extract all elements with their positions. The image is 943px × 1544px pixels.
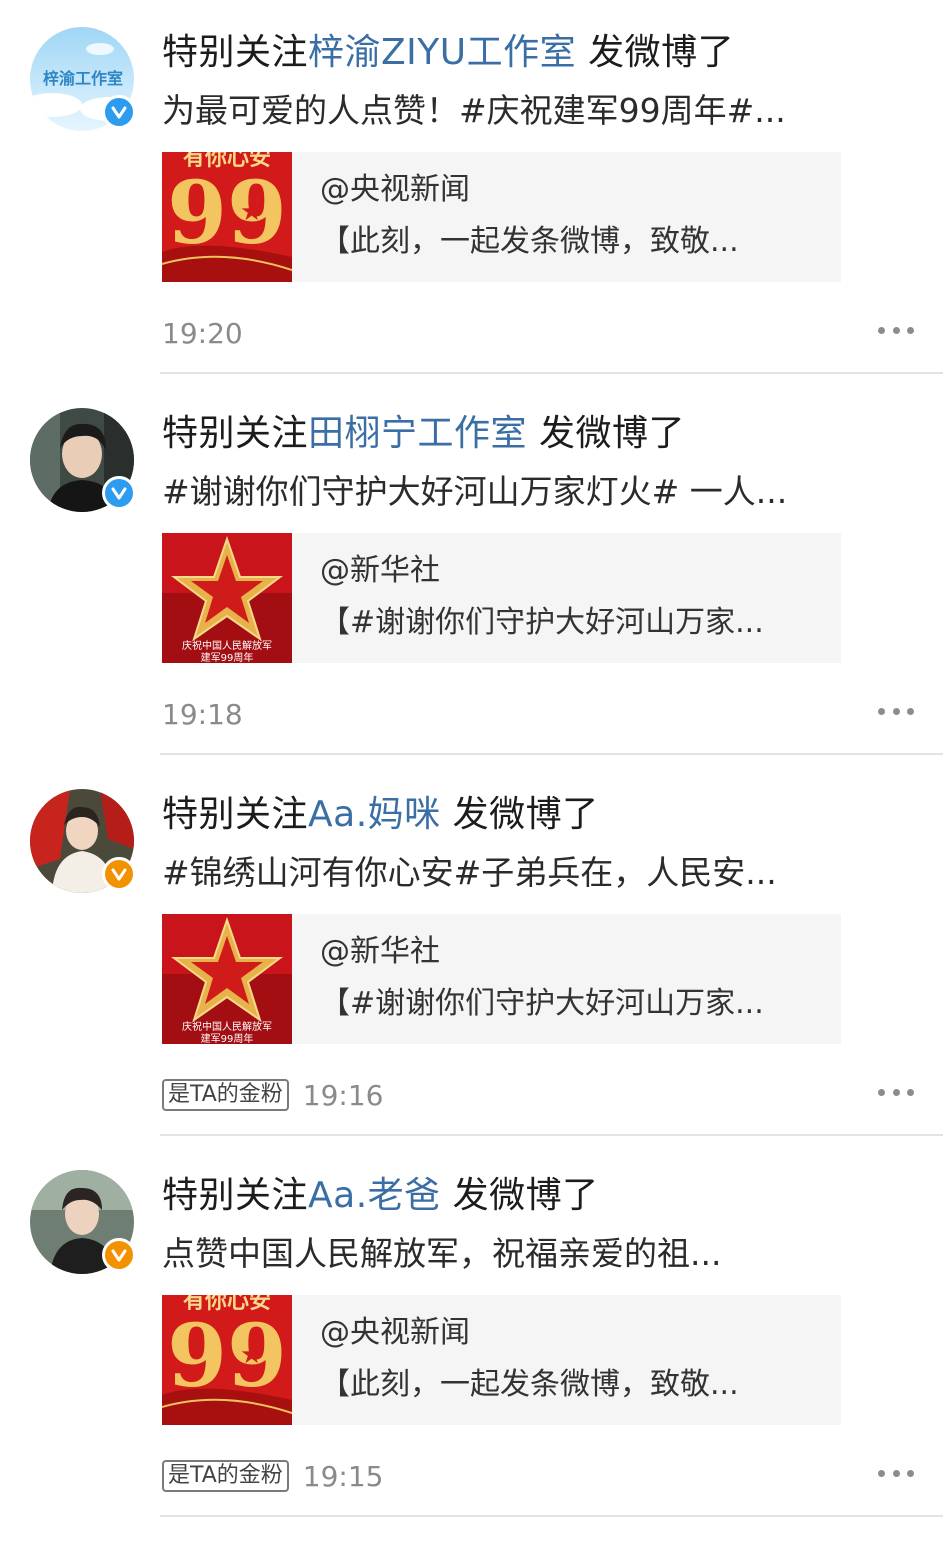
- notice-suffix: 发微博了: [440, 1175, 599, 1216]
- more-options-icon[interactable]: [878, 699, 914, 723]
- card-source: @央视新闻: [320, 1315, 470, 1350]
- account-link[interactable]: Aa.妈咪: [308, 794, 441, 835]
- thumb-caption-2: 建军99周年: [200, 1034, 254, 1044]
- notification-item[interactable]: 梓渝工作室 特别关注梓渝ZIYU工作室 发微博了 为最可爱的人点赞！#庆祝建军9…: [0, 0, 943, 381]
- timestamp: 19:16: [302, 1078, 384, 1112]
- account-link[interactable]: 梓渝ZIYU工作室: [308, 32, 576, 73]
- verified-badge-icon: [102, 857, 136, 891]
- post-excerpt[interactable]: #谢谢你们守护大好河山万家灯火# 一人...: [162, 470, 842, 514]
- notice-suffix: 发微博了: [527, 413, 685, 454]
- notice-suffix: 发微博了: [440, 794, 599, 835]
- more-options-icon[interactable]: [878, 1080, 914, 1104]
- repost-card[interactable]: 庆祝中国人民解放军 建军99周年 @新华社 【#谢谢你们守护大好河山万家...: [162, 533, 841, 663]
- post-excerpt[interactable]: 点赞中国人民解放军，祝福亲爱的祖...: [162, 1232, 842, 1276]
- meta-row: 是TA的金粉 19:15: [162, 1456, 383, 1496]
- divider: [160, 1515, 943, 1517]
- notice-prefix: 特别关注: [162, 794, 309, 835]
- cctv-99-thumbnail: 有你心安 99 ★: [162, 1295, 292, 1425]
- timestamp: 19:15: [302, 1459, 384, 1493]
- thumb-caption-2: 建军99周年: [200, 653, 254, 663]
- avatar[interactable]: [30, 408, 136, 512]
- more-options-icon[interactable]: [878, 318, 914, 342]
- star-icon: ★: [240, 1340, 264, 1370]
- xinhua-star-thumbnail: 庆祝中国人民解放军 建军99周年: [162, 533, 292, 663]
- card-text: 【#谢谢你们守护大好河山万家...: [320, 605, 764, 640]
- star-icon: ★: [240, 197, 264, 227]
- verified-badge-icon: [102, 476, 136, 510]
- verified-badge-icon: [102, 95, 136, 129]
- post-excerpt[interactable]: #锦绣山河有你心安#子弟兵在，人民安...: [162, 851, 842, 895]
- card-text: 【#谢谢你们守护大好河山万家...: [320, 986, 764, 1021]
- notification-title: 特别关注Aa.老爸 发微博了: [162, 1173, 599, 1219]
- thumb-99-text: 99: [167, 1306, 287, 1407]
- account-link[interactable]: 田栩宁工作室: [308, 413, 527, 454]
- verified-badge-icon: [102, 1238, 136, 1272]
- repost-card[interactable]: 庆祝中国人民解放军 建军99周年 @新华社 【#谢谢你们守护大好河山万家...: [162, 914, 841, 1044]
- gold-fan-tag: 是TA的金粉: [162, 1079, 289, 1111]
- timestamp: 19:20: [162, 316, 243, 350]
- notice-suffix: 发微博了: [576, 32, 735, 73]
- card-source: @新华社: [320, 553, 440, 588]
- divider: [160, 753, 943, 755]
- notice-prefix: 特别关注: [162, 32, 309, 73]
- notice-prefix: 特别关注: [162, 413, 309, 454]
- card-text: 【此刻，一起发条微博，致敬...: [320, 1367, 739, 1402]
- cctv-99-thumbnail: 有你心安 99 ★: [162, 152, 292, 282]
- avatar[interactable]: [30, 1170, 136, 1274]
- divider: [160, 372, 943, 374]
- notice-prefix: 特别关注: [162, 1175, 309, 1216]
- notification-title: 特别关注田栩宁工作室 发微博了: [162, 411, 685, 457]
- gold-fan-tag: 是TA的金粉: [162, 1460, 289, 1492]
- notification-item[interactable]: 特别关注田栩宁工作室 发微博了 #谢谢你们守护大好河山万家灯火# 一人... 庆…: [0, 381, 943, 762]
- post-excerpt[interactable]: 为最可爱的人点赞！#庆祝建军99周年#...: [162, 89, 842, 133]
- notification-title: 特别关注梓渝ZIYU工作室 发微博了: [162, 30, 734, 76]
- account-link[interactable]: Aa.老爸: [308, 1175, 441, 1216]
- avatar[interactable]: 梓渝工作室: [30, 27, 136, 131]
- timestamp: 19:18: [162, 697, 243, 731]
- meta-row: 是TA的金粉 19:16: [162, 1075, 383, 1115]
- card-text: 【此刻，一起发条微博，致敬...: [320, 224, 739, 259]
- repost-card[interactable]: 有你心安 99 ★ @央视新闻 【此刻，一起发条微博，致敬...: [162, 152, 841, 282]
- meta-row: 19:18: [162, 694, 243, 734]
- meta-row: 19:20: [162, 313, 243, 353]
- notification-item[interactable]: 特别关注Aa.老爸 发微博了 点赞中国人民解放军，祝福亲爱的祖... 有你心安 …: [0, 1143, 943, 1524]
- thumb-99-text: 99: [167, 163, 287, 264]
- divider: [160, 1134, 943, 1136]
- card-source: @新华社: [320, 934, 440, 969]
- repost-card[interactable]: 有你心安 99 ★ @央视新闻 【此刻，一起发条微博，致敬...: [162, 1295, 841, 1425]
- avatar-logo-text: 梓渝工作室: [42, 69, 123, 88]
- notification-item[interactable]: 特别关注Aa.妈咪 发微博了 #锦绣山河有你心安#子弟兵在，人民安... 庆祝中…: [0, 762, 943, 1143]
- card-source: @央视新闻: [320, 172, 470, 207]
- more-options-icon[interactable]: [878, 1461, 914, 1485]
- notification-title: 特别关注Aa.妈咪 发微博了: [162, 792, 599, 838]
- xinhua-star-thumbnail: 庆祝中国人民解放军 建军99周年: [162, 914, 292, 1044]
- avatar[interactable]: [30, 789, 136, 893]
